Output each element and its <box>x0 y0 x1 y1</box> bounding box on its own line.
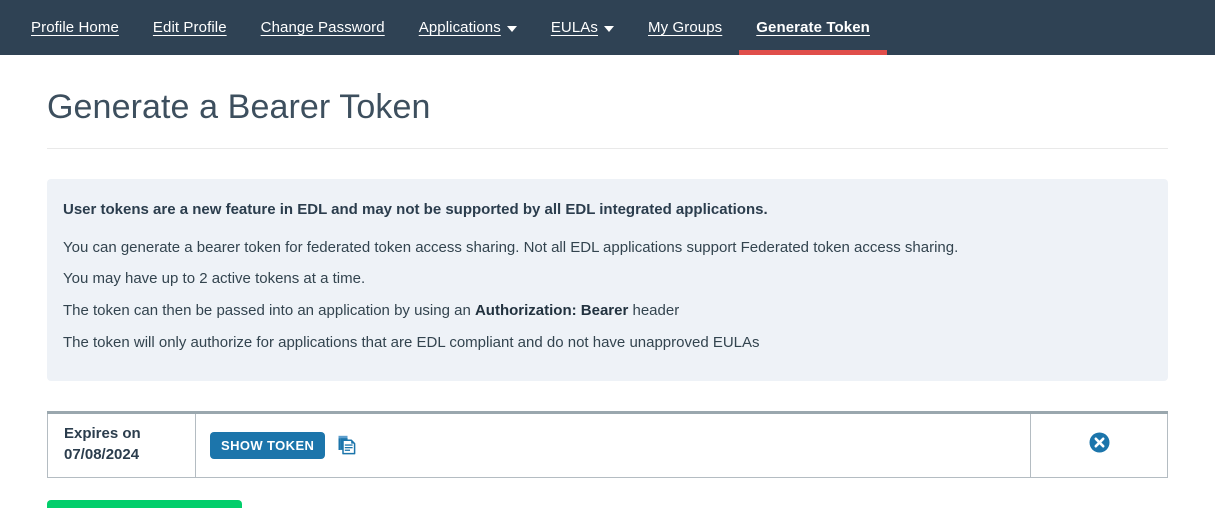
info-panel-line: You can generate a bearer token for fede… <box>63 232 1152 264</box>
nav-item-eulas[interactable]: EULAs <box>534 0 631 55</box>
delete-circle-x-icon[interactable] <box>1089 432 1110 453</box>
page-content: Generate a Bearer Token User tokens are … <box>0 88 1215 508</box>
info-line-text: The token will only authorize for applic… <box>63 333 760 351</box>
info-line-text: The token can then be passed into an app… <box>63 302 475 319</box>
copy-icon[interactable] <box>338 435 357 455</box>
nav-item-applications[interactable]: Applications <box>402 0 534 55</box>
nav-item-label: Edit Profile <box>152 19 227 36</box>
nav-item-label: Generate Token <box>756 19 870 36</box>
nav-item-label: My Groups <box>648 19 723 36</box>
chevron-down-icon <box>604 25 614 32</box>
title-divider <box>47 148 1168 149</box>
nav-item-my-groups[interactable]: My Groups <box>631 0 739 55</box>
info-line-text: You can generate a bearer token for fede… <box>63 238 959 256</box>
nav-item-edit-profile[interactable]: Edit Profile <box>136 0 244 55</box>
nav-item-profile-home[interactable]: Profile Home <box>14 0 136 55</box>
info-panel-heading: User tokens are a new feature in EDL and… <box>63 201 768 218</box>
info-panel-line: The token can then be passed into an app… <box>63 295 1152 327</box>
token-delete-cell <box>1030 410 1168 478</box>
nav-item-generate-token[interactable]: Generate Token <box>739 0 887 55</box>
table-row: Expires on 07/08/2024 SHOW TOKEN <box>47 410 1168 478</box>
nav-item-label: Applications <box>418 19 501 36</box>
info-line-text-tail: header <box>628 302 680 319</box>
token-table: Expires on 07/08/2024 SHOW TOKEN <box>47 410 1168 478</box>
nav-item-label: Change Password <box>260 19 385 36</box>
primary-navigation: Profile Home Edit Profile Change Passwor… <box>0 0 1215 55</box>
info-line-emphasis: Authorization: Bearer <box>474 302 629 319</box>
generate-token-button[interactable]: GENERATE TOKEN <box>47 499 242 508</box>
nav-item-change-password[interactable]: Change Password <box>244 0 402 55</box>
nav-item-label: Profile Home <box>31 19 119 36</box>
token-expiry-date: 07/08/2024 <box>64 446 140 463</box>
info-panel-line: The token will only authorize for applic… <box>63 327 1152 359</box>
info-line-text: You may have up to 2 active tokens at a … <box>63 270 366 288</box>
token-expiry-cell: Expires on 07/08/2024 <box>47 410 196 478</box>
token-expiry-label: Expires on <box>64 425 141 443</box>
show-token-button[interactable]: SHOW TOKEN <box>210 431 326 459</box>
info-panel: User tokens are a new feature in EDL and… <box>47 179 1168 381</box>
chevron-down-icon <box>506 25 517 32</box>
token-value-cell: SHOW TOKEN <box>195 410 1031 478</box>
page-title: Generate a Bearer Token <box>47 88 431 126</box>
info-panel-line: You may have up to 2 active tokens at a … <box>63 263 1152 295</box>
nav-item-label: EULAs <box>550 19 598 36</box>
